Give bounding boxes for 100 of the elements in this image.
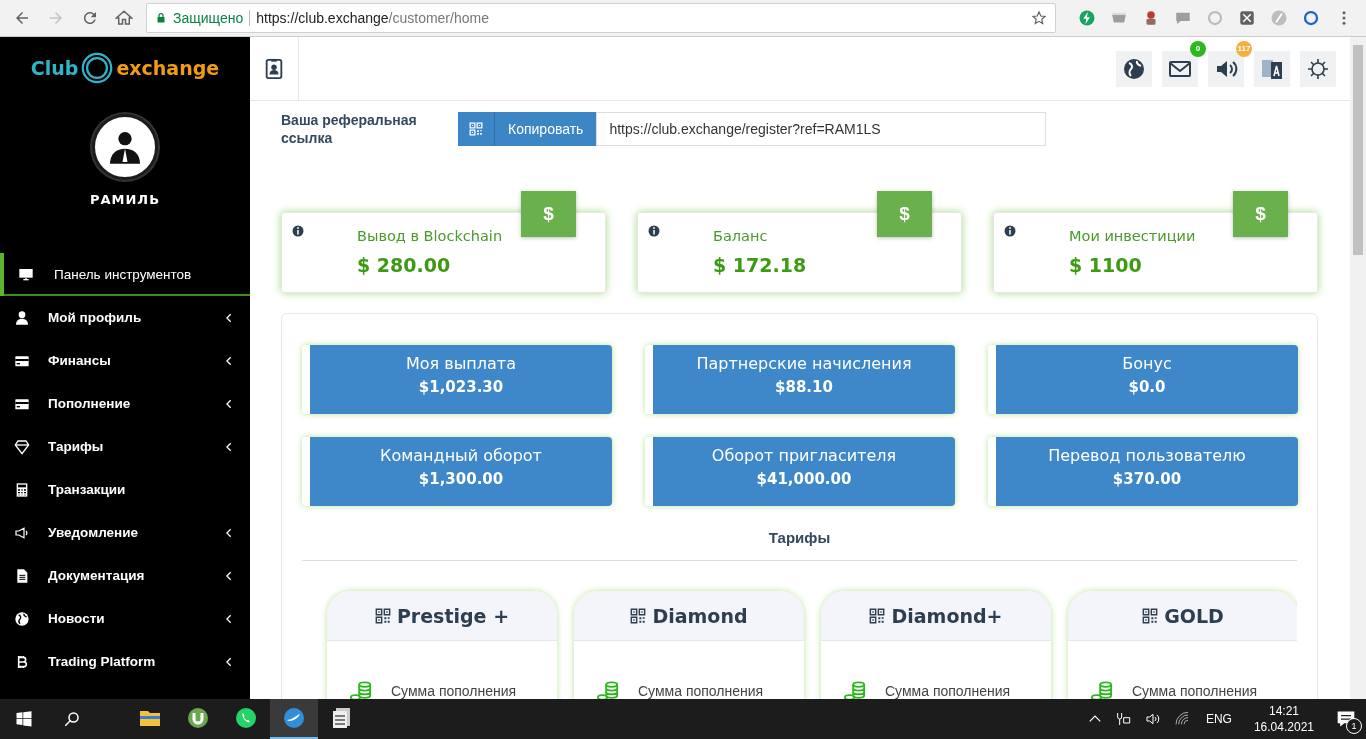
chat-phone-icon <box>234 706 258 730</box>
stat-title: Вывод в Blockchain <box>357 228 504 244</box>
notification-count: 1 <box>1346 718 1362 734</box>
translate-button[interactable] <box>1254 50 1290 87</box>
monitor-icon <box>18 266 34 283</box>
plan-name: Diamond <box>652 604 748 627</box>
info-icon <box>292 225 304 237</box>
nav-label: Панель инструментов <box>53 267 193 282</box>
nav-label: Новости <box>48 611 106 626</box>
copy-button[interactable]: Копировать <box>495 112 597 146</box>
stat-title: Мои инвестиции <box>1069 228 1197 244</box>
sidebar-item[interactable]: Документация <box>0 554 250 597</box>
plan-name: Prestige + <box>396 604 510 627</box>
diamond-icon <box>14 438 30 455</box>
star-icon[interactable] <box>1031 10 1047 26</box>
nav-label: Тарифы <box>48 439 105 454</box>
extension-icon[interactable] <box>1238 9 1256 27</box>
logo-rings-icon <box>80 51 115 85</box>
address-bar[interactable]: Защищено https://club.exchange/customer/home <box>146 3 1056 33</box>
row-label: Сумма пополнения <box>1132 683 1258 699</box>
scrollbar[interactable] <box>1350 37 1366 699</box>
speaker-icon[interactable] <box>1143 711 1162 727</box>
sidebar-item[interactable]: Новости <box>0 597 250 640</box>
section-title: Тарифы <box>767 529 832 546</box>
qr-code-icon <box>869 607 886 624</box>
nav-label: Уведомление <box>48 525 139 540</box>
referral-label: Ваша реферальная ссылка <box>281 111 418 147</box>
nav-label: Пополнение <box>48 396 132 411</box>
nav-label: Trading Platform <box>48 654 157 669</box>
stat-amount: $ 1100 <box>1069 254 1143 276</box>
count-badge: 117 <box>1236 40 1252 57</box>
qr-code-icon <box>374 607 391 624</box>
tile-title: Командный оборот <box>379 446 543 465</box>
dollar-badge: $ <box>877 191 932 237</box>
count-badge: 0 <box>1190 40 1206 57</box>
stat-amount: $ 280.00 <box>357 254 452 276</box>
megaphone-icon <box>14 524 30 541</box>
tile-amount: $41,000.00 <box>755 470 853 488</box>
dollar-badge: $ <box>521 191 576 237</box>
plan-name: Diamond+ <box>891 604 1003 627</box>
sidebar-item[interactable]: Уведомление <box>0 511 250 554</box>
sidebar-item[interactable]: Транзакции <box>0 468 250 511</box>
tile-title: Моя выплата <box>405 354 517 373</box>
user-name: РАМИЛЬ <box>89 192 161 207</box>
qr-code-icon <box>630 607 647 624</box>
language-button[interactable] <box>1116 50 1152 87</box>
document-icon <box>14 567 30 584</box>
dollar-badge: $ <box>1233 191 1288 237</box>
tile-title: Перевод пользователю <box>1047 446 1247 465</box>
logo[interactable]: Club exchange <box>30 37 220 99</box>
tile-title: Оборот пригласителя <box>710 446 898 465</box>
sidebar-item[interactable]: Trading Platform <box>0 640 250 683</box>
tile-amount: $88.10 <box>774 378 834 396</box>
nav-label: Финансы <box>48 353 112 368</box>
clock-date[interactable]: 16.04.2021 <box>1253 719 1314 735</box>
torrent-icon <box>186 706 210 730</box>
tile-title: Партнерские начисления <box>695 354 913 373</box>
nav-label: Мой профиль <box>48 310 143 325</box>
settings-icon <box>1306 56 1330 81</box>
language-indicator[interactable]: ENG <box>1205 712 1232 726</box>
globe-icon <box>1122 56 1146 81</box>
bird-icon <box>282 706 306 730</box>
user-icon <box>14 309 30 326</box>
plan-name: GOLD <box>1164 604 1224 627</box>
extension-icon[interactable] <box>1302 9 1320 27</box>
messages-button[interactable] <box>1162 50 1198 87</box>
nav-label: Транзакции <box>48 482 127 497</box>
extension-icon[interactable] <box>1078 9 1096 27</box>
wifi-icon[interactable] <box>1173 711 1190 727</box>
windows-start-icon[interactable] <box>15 710 33 728</box>
qr-code-icon <box>469 122 483 136</box>
info-icon <box>1004 225 1016 237</box>
qr-code-icon <box>1142 607 1159 624</box>
tile-amount: $1,300.00 <box>417 470 505 488</box>
url-text: https://club.exchange/customer/home <box>256 10 490 26</box>
qr-button[interactable] <box>458 112 495 146</box>
lock-icon <box>155 12 167 24</box>
sidebar-item[interactable]: Тарифы <box>0 425 250 468</box>
tile-amount: $0.0 <box>1127 378 1167 396</box>
stat-amount: $ 172.18 <box>713 254 808 276</box>
tile-amount: $1,023.30 <box>417 378 505 396</box>
search-icon[interactable] <box>63 710 81 728</box>
notifications-button[interactable] <box>1208 50 1244 87</box>
info-icon <box>648 225 660 237</box>
nav-label: Документация <box>48 568 146 583</box>
home-icon[interactable] <box>115 9 133 27</box>
row-label: Сумма пополнения <box>638 683 764 699</box>
row-label: Сумма пополнения <box>391 683 517 699</box>
clock-time[interactable]: 14:21 <box>1253 703 1314 719</box>
referral-link-field[interactable]: https://club.exchange/register?ref=RAM1LS <box>596 112 1047 146</box>
secure-label: Защищено <box>173 10 244 26</box>
row-label: Сумма пополнения <box>885 683 1011 699</box>
sidebar-item[interactable]: Мой профиль <box>0 296 250 339</box>
notification-center-button[interactable]: 1 <box>1326 699 1366 739</box>
sidebar-item[interactable]: Пополнение <box>0 382 250 425</box>
calculator-icon <box>14 481 30 498</box>
settings-button[interactable] <box>1300 50 1336 87</box>
sidebar-item[interactable]: Финансы <box>0 339 250 382</box>
globe-icon <box>14 610 30 627</box>
reload-icon[interactable] <box>81 9 99 27</box>
